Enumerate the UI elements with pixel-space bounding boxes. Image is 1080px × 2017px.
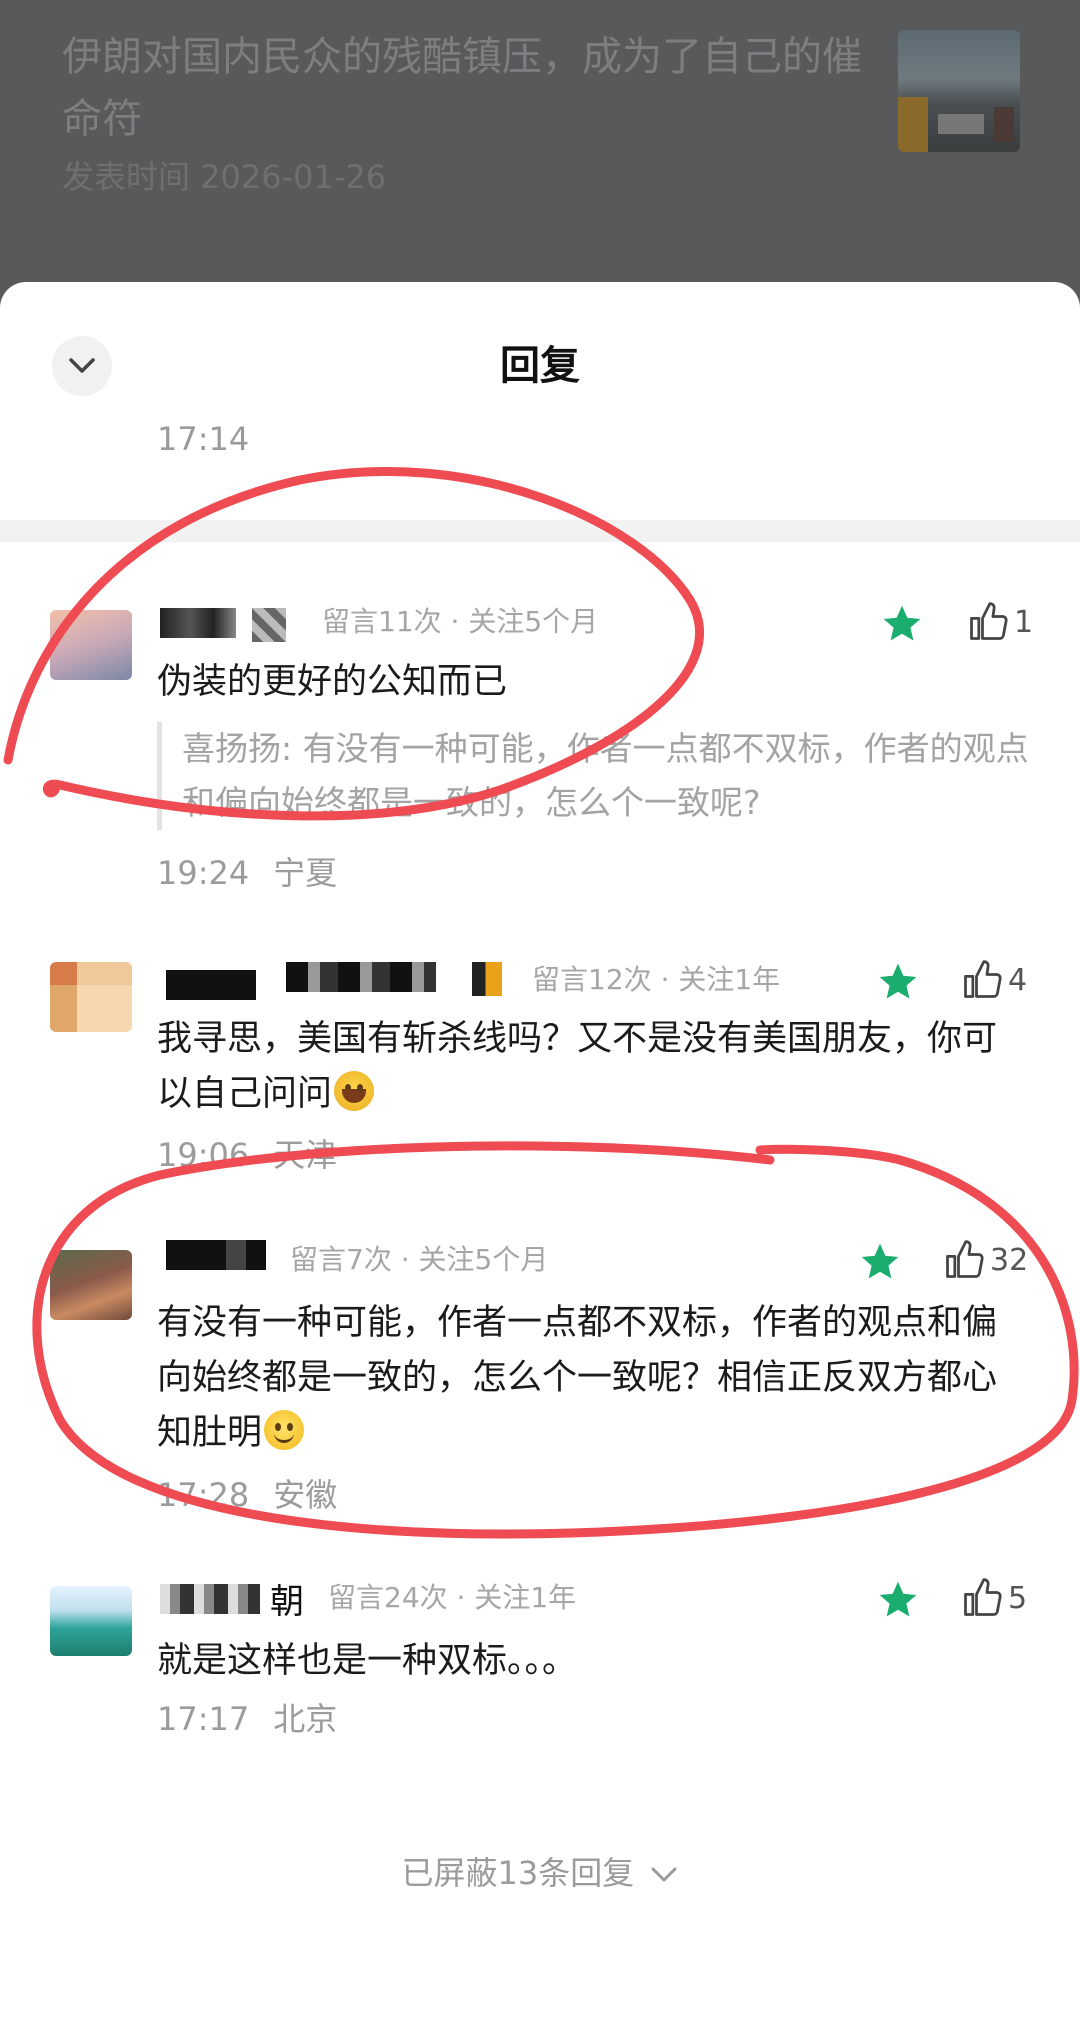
username-redacted[interactable] xyxy=(160,608,236,638)
username-redacted[interactable] xyxy=(166,970,256,1000)
article-title[interactable]: 伊朗对国内民众的残酷镇压，成为了自己的催命符 xyxy=(62,26,862,150)
comment-timestamp: 17:28 安徽 xyxy=(157,1470,337,1516)
emoji-cry-laugh-icon xyxy=(334,1071,375,1111)
avatar[interactable] xyxy=(50,1250,132,1320)
username-redacted xyxy=(286,962,436,992)
comment-time: 19:06 xyxy=(157,1136,250,1174)
quoted-comment[interactable]: 喜扬扬: 有没有一种可能，作者一点都不双标，作者的观点和偏向始终都是一致的，怎么… xyxy=(157,722,1042,830)
avatar[interactable] xyxy=(50,610,132,680)
article-date: 发表时间 2026-01-26 xyxy=(62,158,387,196)
like-count: 4 xyxy=(1008,962,1028,998)
avatar[interactable] xyxy=(50,962,132,1032)
sheet-title: 回复 xyxy=(500,343,580,389)
star-icon[interactable] xyxy=(858,1240,902,1284)
thumb-up-icon xyxy=(970,602,1008,640)
comment-location: 宁夏 xyxy=(273,854,338,892)
comment-timestamp: 19:06 天津 xyxy=(157,1130,337,1176)
user-badge-redacted xyxy=(472,962,502,996)
section-divider xyxy=(0,520,1080,542)
avatar[interactable] xyxy=(50,1586,132,1656)
star-icon[interactable] xyxy=(880,602,924,646)
comment-location: 天津 xyxy=(273,1136,338,1174)
comment-meta: 留言11次 · 关注5个月 xyxy=(322,605,599,638)
comment-username-fragment: 朝 xyxy=(270,1582,304,1622)
star-icon[interactable] xyxy=(876,1578,920,1622)
like-count: 1 xyxy=(1014,604,1034,640)
comment-location: 北京 xyxy=(273,1700,338,1738)
hidden-replies-label: 已屏蔽13条回复 xyxy=(401,1854,635,1892)
comment-body: 有没有一种可能，作者一点都不双标，作者的观点和偏向始终都是一致的，怎么个一致呢？… xyxy=(157,1296,1027,1461)
comment-body-text: 我寻思，美国有斩杀线吗？又不是没有美国朋友，你可以自己问问 xyxy=(157,1019,998,1114)
comment-meta: 留言12次 · 关注1年 xyxy=(532,963,781,996)
comment-body: 我寻思，美国有斩杀线吗？又不是没有美国朋友，你可以自己问问 xyxy=(157,1012,1027,1122)
like-button[interactable]: 1 xyxy=(966,600,1033,644)
comment-time: 17:28 xyxy=(157,1476,250,1514)
username-redacted[interactable] xyxy=(160,1584,260,1614)
comment-body: 就是这样也是一种双标。。。 xyxy=(157,1641,578,1681)
comment-body: 伪装的更好的公知而已 xyxy=(157,662,508,702)
thumb-up-icon xyxy=(946,1240,984,1278)
comment-timestamp: 19:24 宁夏 xyxy=(157,848,337,894)
chevron-down-icon xyxy=(651,1867,677,1882)
user-badge-redacted xyxy=(252,608,286,642)
article-thumbnail[interactable] xyxy=(898,30,1020,152)
emoji-smile-icon xyxy=(264,1410,305,1450)
star-icon[interactable] xyxy=(876,960,920,1004)
comment-meta: 留言7次 · 关注5个月 xyxy=(290,1243,549,1276)
comment-location: 安徽 xyxy=(273,1476,338,1514)
comment-time: 19:24 xyxy=(157,854,250,892)
like-button[interactable]: 4 xyxy=(960,958,1027,1002)
comment-time: 17:17 xyxy=(157,1700,250,1738)
comment-timestamp: 17:17 北京 xyxy=(157,1694,337,1740)
thumb-up-icon xyxy=(964,960,1002,998)
like-count: 32 xyxy=(990,1242,1029,1278)
thumb-up-icon xyxy=(964,1578,1002,1616)
like-button[interactable]: 32 xyxy=(942,1238,1028,1282)
username-redacted[interactable] xyxy=(166,1240,266,1270)
comment-meta: 留言24次 · 关注1年 xyxy=(328,1581,577,1614)
previous-reply-time: 17:14 xyxy=(157,420,250,458)
article-header-overlay: 伊朗对国内民众的残酷镇压，成为了自己的催命符 发表时间 2026-01-26 xyxy=(0,0,1080,320)
like-button[interactable]: 5 xyxy=(960,1576,1027,1620)
hidden-replies-toggle[interactable]: 已屏蔽13条回复 xyxy=(0,1848,1080,1894)
like-count: 5 xyxy=(1008,1580,1028,1616)
